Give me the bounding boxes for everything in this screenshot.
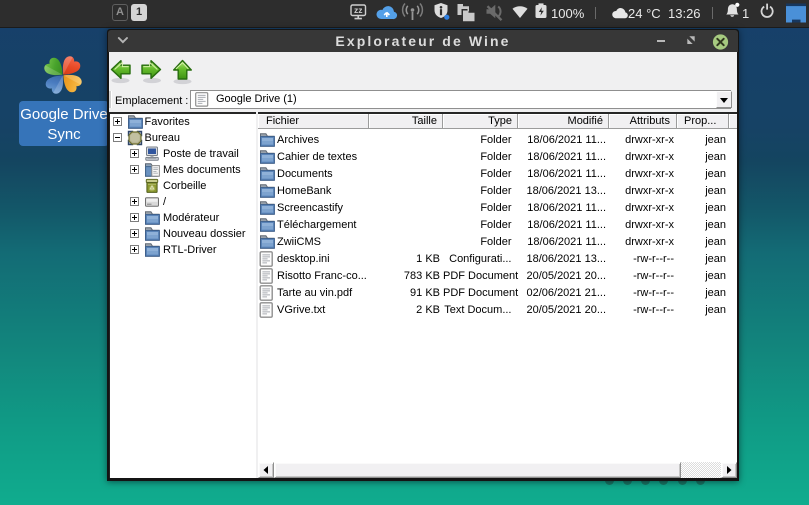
svg-text:zz: zz — [354, 5, 363, 15]
